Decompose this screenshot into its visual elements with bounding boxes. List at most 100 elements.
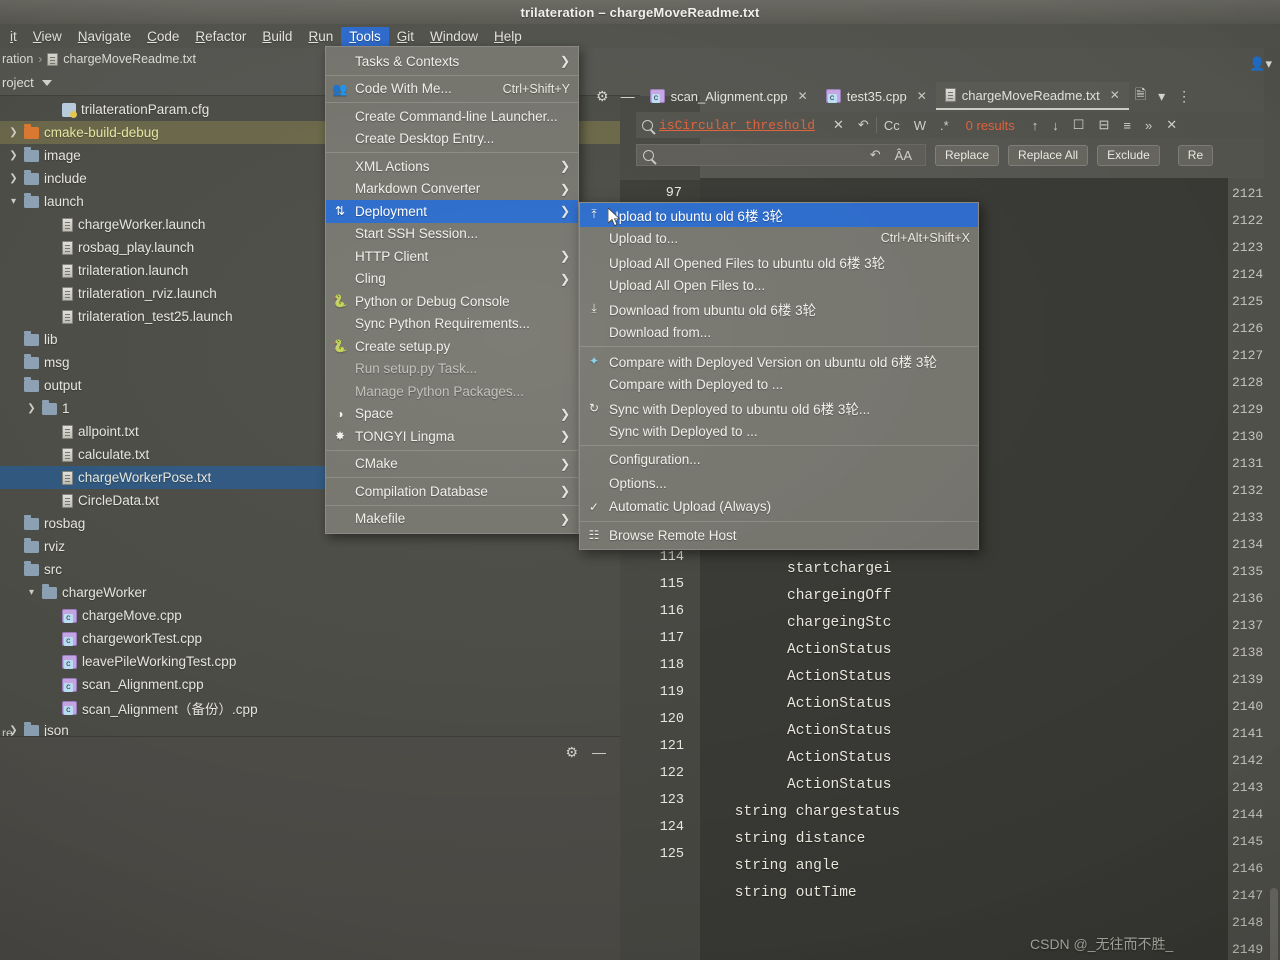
tools-menu-item[interactable]: Start SSH Session... — [326, 223, 578, 246]
find-next-icon[interactable]: ↓ — [1045, 118, 1066, 133]
menu-refactor[interactable]: Refactor — [187, 27, 254, 46]
exclude-button[interactable]: Exclude — [1097, 144, 1160, 166]
find-input[interactable]: isCircular_threshold — [636, 114, 826, 136]
close-tab-icon[interactable]: ✕ — [1110, 88, 1120, 102]
tools-menu-item[interactable]: ◑ Space ❯ — [326, 403, 578, 426]
expand-icon[interactable]: » — [1138, 118, 1159, 133]
tree-item[interactable]: src — [0, 558, 640, 581]
tools-menu-item[interactable]: Sync Python Requirements... — [326, 313, 578, 336]
deployment-menu-item[interactable]: Upload All Open Files to... — [580, 274, 978, 298]
menu-tools[interactable]: Tools — [341, 26, 389, 46]
find-previous-icon[interactable]: ↑ — [1025, 118, 1046, 133]
tools-menu-item[interactable]: Create Command-line Launcher... — [326, 105, 578, 128]
tree-item[interactable]: ❯ json — [0, 719, 640, 736]
replace-button[interactable]: Replace — [935, 144, 1000, 166]
select-all-occurrences-icon[interactable]: ≡ — [1116, 118, 1138, 133]
history-icon[interactable]: ↶ — [851, 117, 876, 133]
tools-menu-item[interactable]: 👥 Code With Me... Ctrl+Shift+Y — [326, 78, 578, 101]
tools-menu-item[interactable]: HTTP Client ❯ — [326, 245, 578, 268]
menu-help[interactable]: Help — [486, 27, 530, 46]
deployment-menu-item[interactable]: Download from... — [580, 321, 978, 345]
gear-icon[interactable]: ⚙ — [565, 744, 578, 761]
editor-tab[interactable]: test35.cpp ✕ — [817, 82, 936, 110]
editor-tab-strip[interactable]: ⚙ — scan_Alignment.cpp✕test35.cpp✕charge… — [590, 82, 1280, 110]
breadcrumb-file[interactable]: chargeMoveReadme.txt — [63, 52, 196, 66]
tools-menu-item[interactable]: Run setup.py Task... — [326, 358, 578, 381]
extra-file-icon[interactable]: 🗎 — [1129, 84, 1152, 108]
close-tab-icon[interactable]: ✕ — [798, 89, 808, 103]
deployment-menu-item[interactable]: Sync with Deployed to ... — [580, 420, 978, 444]
tree-item[interactable]: chargeMove.cpp — [0, 604, 640, 627]
deployment-menu-item[interactable]: ⤓ Download from ubuntu old 6楼 3轮 — [580, 297, 978, 321]
vertical-scrollbar-thumb[interactable] — [1270, 888, 1278, 960]
deployment-menu-item[interactable]: Configuration... — [580, 448, 978, 472]
tools-menu-item[interactable]: CMake ❯ — [326, 453, 578, 476]
deployment-menu-item[interactable]: Upload to... Ctrl+Alt+Shift+X — [580, 227, 978, 251]
chevron-down-icon[interactable]: ▾ — [8, 196, 19, 207]
clear-find-icon[interactable]: ✕ — [826, 117, 851, 133]
deployment-menu-item[interactable]: ↻ Sync with Deployed to ubuntu old 6楼 3轮.… — [580, 396, 978, 420]
tools-menu-item[interactable]: Tasks & Contexts ❯ — [326, 50, 578, 73]
menu-run[interactable]: Run — [300, 27, 341, 46]
deployment-menu-item[interactable]: ☷ Browse Remote Host — [580, 524, 978, 548]
replace-bar[interactable]: ↶ ÂA Replace Replace All Exclude Re — [636, 140, 1280, 170]
right-edge-button[interactable]: Re — [1177, 144, 1214, 166]
tools-menu-item[interactable]: 🐍 Create setup.py — [326, 335, 578, 358]
menu-view[interactable]: View — [25, 27, 70, 46]
tree-item[interactable]: scan_Alignment（备份）.cpp — [0, 696, 640, 719]
tree-item[interactable]: scan_Alignment.cpp — [0, 673, 640, 696]
breadcrumb-root[interactable]: ration — [2, 52, 33, 66]
replace-input[interactable]: ↶ ÂA — [636, 144, 926, 166]
menu-navigate[interactable]: Navigate — [70, 27, 139, 46]
tools-menu-item[interactable]: 🐍 Python or Debug Console — [326, 290, 578, 313]
open-in-find-window-icon[interactable]: ☐ — [1066, 117, 1092, 133]
minimize-icon[interactable]: — — [592, 744, 606, 760]
chevron-right-icon[interactable]: ❯ — [8, 127, 19, 138]
tools-menu-item[interactable]: XML Actions ❯ — [326, 155, 578, 178]
deployment-menu-item[interactable]: Options... — [580, 472, 978, 496]
tree-item[interactable]: ▾ chargeWorker — [0, 581, 640, 604]
regex-toggle[interactable]: .* — [933, 118, 956, 133]
tools-menu-item[interactable]: Manage Python Packages... — [326, 380, 578, 403]
menu-it[interactable]: it — [2, 27, 25, 46]
deployment-submenu[interactable]: ⤒ Upload to ubuntu old 6楼 3轮 Upload to... C… — [579, 202, 979, 550]
deployment-menu-item[interactable]: Compare with Deployed to ... — [580, 373, 978, 397]
match-case-toggle[interactable]: Cc — [877, 118, 907, 133]
menu-bar[interactable]: it View Navigate Code Refactor Build Run Tools G… — [0, 24, 1280, 48]
find-bar[interactable]: isCircular_threshold ✕ ↶ Cc W .* 0 resul… — [636, 112, 1280, 138]
tools-menu-item[interactable]: ⇅ Deployment ❯ — [326, 200, 578, 223]
tools-menu-item[interactable]: Cling ❯ — [326, 268, 578, 291]
close-tab-icon[interactable]: ✕ — [917, 89, 927, 103]
minimize-icon[interactable]: — — [615, 88, 641, 104]
tools-menu-item[interactable]: Create Desktop Entry... — [326, 128, 578, 151]
menu-git[interactable]: Git — [389, 27, 422, 46]
tools-menu-item[interactable]: Compilation Database ❯ — [326, 480, 578, 503]
deployment-menu-item[interactable]: ✓ Automatic Upload (Always) — [580, 495, 978, 519]
menu-build[interactable]: Build — [254, 27, 300, 46]
menu-code[interactable]: Code — [139, 27, 187, 46]
close-find-icon[interactable]: ✕ — [1159, 117, 1184, 133]
history-icon[interactable]: ↶ — [863, 147, 888, 163]
tools-menu-item[interactable]: Markdown Converter ❯ — [326, 178, 578, 201]
editor-tab[interactable]: chargeMoveReadme.txt ✕ — [935, 82, 1129, 110]
chevron-down-icon[interactable]: ▾ — [26, 587, 37, 598]
editor-tab[interactable]: scan_Alignment.cpp ✕ — [641, 82, 817, 110]
chevron-right-icon[interactable]: ❯ — [8, 173, 19, 184]
account-icon[interactable]: 👤▾ — [1249, 56, 1272, 72]
tree-item[interactable]: leavePileWorkingTest.cpp — [0, 650, 640, 673]
tools-menu-item[interactable]: ✸ TONGYI Lingma ❯ — [326, 425, 578, 448]
menu-window[interactable]: Window — [422, 27, 486, 46]
chevron-right-icon[interactable]: ❯ — [26, 403, 37, 414]
chevron-down-icon[interactable] — [41, 79, 52, 86]
gear-icon[interactable]: ⚙ — [590, 88, 615, 105]
chevron-down-icon[interactable]: ▾ — [1152, 88, 1171, 105]
tree-item[interactable]: rviz — [0, 535, 640, 558]
filter-icon[interactable]: ⊟ — [1091, 117, 1116, 133]
deployment-menu-item[interactable]: ⤒ Upload to ubuntu old 6楼 3轮 — [580, 203, 978, 227]
tools-menu-item[interactable]: Makefile ❯ — [326, 508, 578, 531]
whole-words-toggle[interactable]: W — [907, 118, 933, 133]
deployment-menu-item[interactable]: ✦ Compare with Deployed Version on ubuntu… — [580, 349, 978, 373]
deployment-menu-item[interactable]: Upload All Opened Files to ubuntu old 6楼… — [580, 250, 978, 274]
tree-item[interactable]: chargeworkTest.cpp — [0, 627, 640, 650]
preserve-case-icon[interactable]: ÂA — [888, 148, 919, 163]
